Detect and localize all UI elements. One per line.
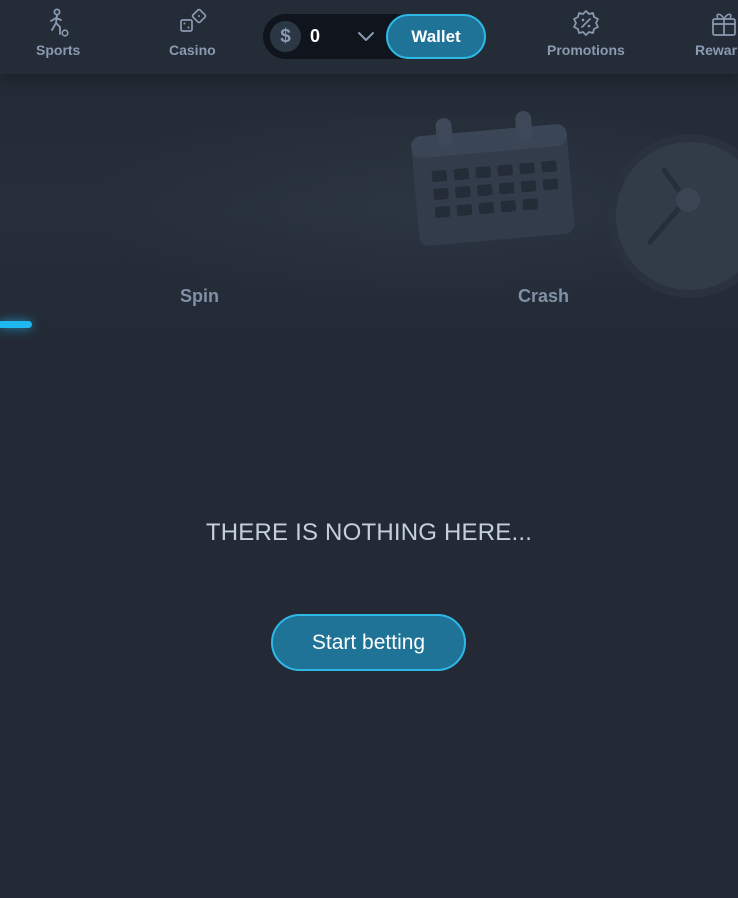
clock-icon: [608, 134, 738, 298]
nav-promotions-label: Promotions: [547, 42, 625, 58]
soccer-player-icon: [50, 8, 69, 37]
nav-rewards-label: Rewar: [695, 42, 738, 58]
nav-sports-label: Sports: [36, 42, 81, 58]
nav-promotions[interactable]: Promotions: [547, 8, 625, 68]
nav-rewards[interactable]: Rewar: [695, 8, 738, 68]
tab-crash[interactable]: Crash: [518, 286, 569, 307]
start-betting-button[interactable]: Start betting: [271, 614, 466, 671]
balance-amount: 0: [310, 26, 321, 46]
empty-state-message: THERE IS NOTHING HERE...: [205, 519, 533, 546]
active-tab-indicator: [0, 321, 32, 328]
calendar-icon: [411, 111, 575, 246]
dollar-icon: $: [270, 21, 301, 52]
tab-spin[interactable]: Spin: [180, 286, 219, 307]
nav-casino[interactable]: Casino: [169, 8, 216, 68]
nav-sports[interactable]: Sports: [36, 8, 80, 68]
promo-badge-icon: [573, 10, 599, 36]
wallet-button[interactable]: Wallet: [386, 14, 486, 59]
top-navigation: Sports Casino $ 0 Wallet Promotions Rewa…: [0, 0, 738, 74]
game-tabs-banner: Spin Crash: [0, 74, 738, 350]
chevron-down-icon[interactable]: [357, 29, 375, 43]
gift-icon: [712, 13, 736, 36]
banner-glow: [80, 114, 680, 314]
dice-icon: [180, 8, 207, 32]
nav-casino-label: Casino: [169, 42, 216, 58]
